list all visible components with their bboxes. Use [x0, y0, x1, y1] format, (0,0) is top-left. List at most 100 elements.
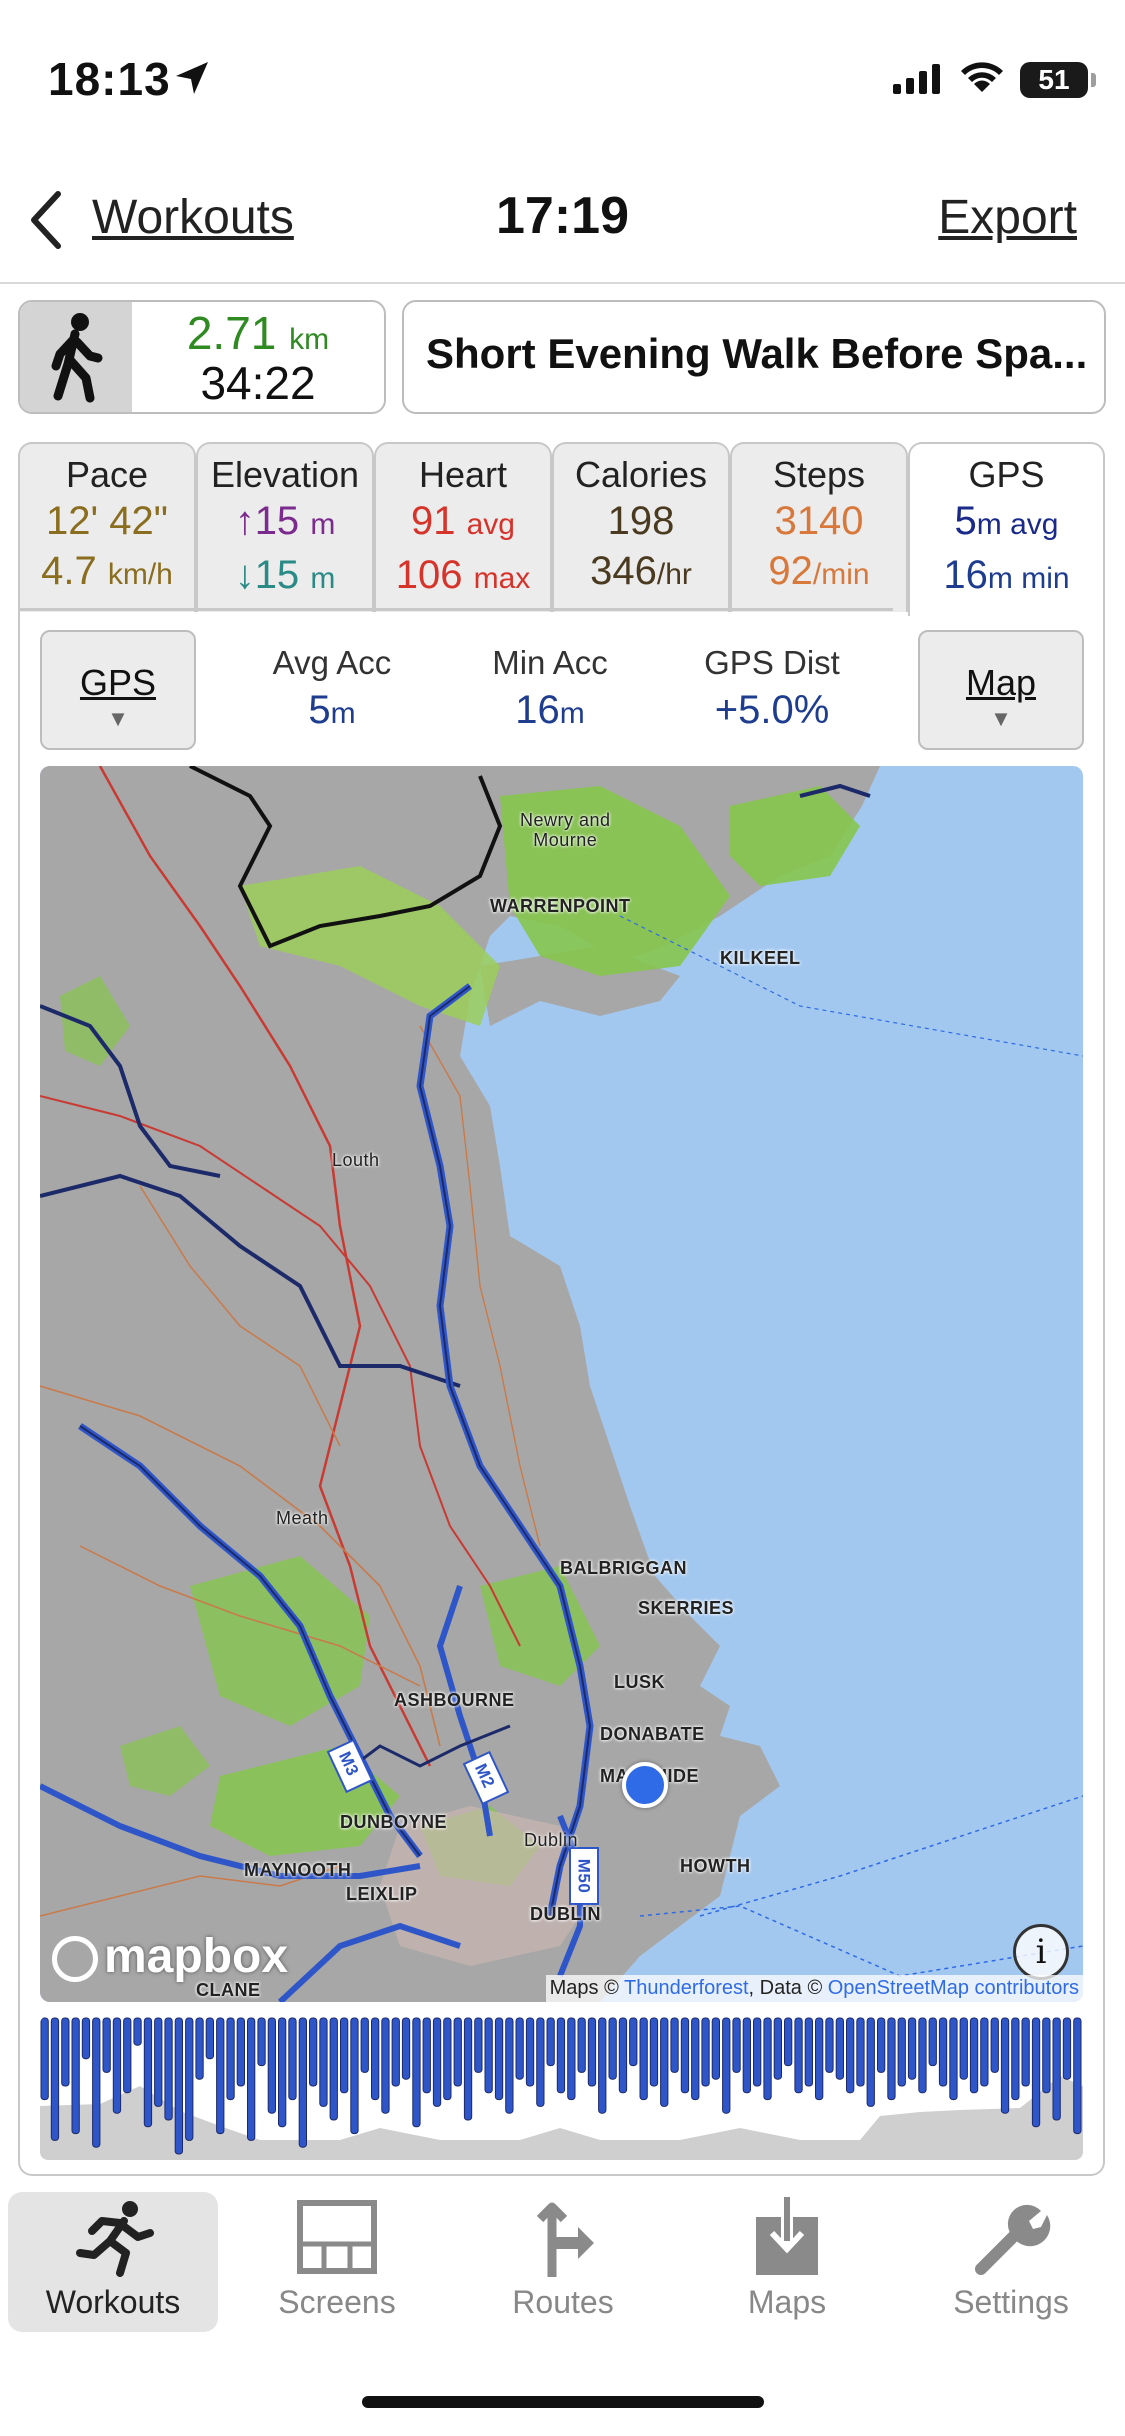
map-download-icon — [756, 2197, 818, 2275]
accuracy-bar — [319, 2017, 328, 2107]
accuracy-bar — [40, 2017, 49, 2101]
speed-number: 4.7 — [41, 549, 97, 593]
workout-summary-card[interactable]: 2.71 km 34:22 — [18, 300, 386, 414]
openstreetmap-link[interactable]: OpenStreetMap contributors — [828, 1977, 1079, 1999]
cellular-signal-icon — [893, 64, 940, 94]
accuracy-bar — [959, 2017, 968, 2080]
tab-gps[interactable]: GPS 5m avg 16m min — [908, 442, 1105, 616]
accuracy-bar — [278, 2017, 287, 2128]
accuracy-bar — [701, 2017, 710, 2087]
accuracy-bar — [371, 2017, 380, 2101]
gps-distance-stat: GPS Dist +5.0% — [672, 644, 872, 733]
elevation-loss-unit: m — [310, 562, 336, 595]
map-label-warrenpoint: WARRENPOINT — [490, 896, 631, 916]
tab-screens[interactable]: Screens — [232, 2192, 442, 2332]
accuracy-bar — [174, 2017, 183, 2155]
steps-rate-unit: /min — [812, 558, 870, 591]
gps-min-unit: m min — [987, 562, 1070, 595]
running-person-icon — [76, 2201, 154, 2277]
calories-rate-number: 346 — [590, 549, 657, 593]
info-icon[interactable]: i — [1013, 1924, 1069, 1980]
workout-name: Short Evening Walk Before Spa... — [426, 330, 1088, 377]
tab-gps-label: GPS — [968, 454, 1045, 495]
tab-calories-label: Calories — [574, 454, 708, 495]
accuracy-bar — [50, 2017, 60, 2141]
tab-pace-label: Pace — [65, 454, 149, 495]
min-accuracy-value: 16m — [450, 688, 650, 733]
tab-pace[interactable]: Pace 12' 42" 4.7 km/h — [18, 442, 196, 612]
tab-settings-label: Settings — [953, 2284, 1069, 2320]
accuracy-bar — [133, 2017, 142, 2046]
map-attribution[interactable]: Maps © Thunderforest, Data © OpenStreetM… — [545, 1975, 1083, 2002]
accuracy-bar — [887, 2017, 896, 2101]
gps-accuracy-chart — [40, 2017, 1083, 2160]
accuracy-bar — [1021, 2017, 1030, 2087]
pace-value: 12' 42" — [46, 499, 168, 543]
accuracy-bar — [247, 2017, 256, 2141]
accuracy-bar — [949, 2017, 958, 2101]
accuracy-bar — [1073, 2017, 1082, 2135]
accuracy-bar — [536, 2017, 545, 2107]
accuracy-bar — [154, 2017, 163, 2107]
gps-min: 16m min — [910, 550, 1103, 604]
view-type-selector[interactable]: Map ▼ — [918, 630, 1084, 750]
chart-type-label: GPS — [79, 662, 157, 703]
gps-accuracy-strip[interactable] — [40, 2016, 1083, 2160]
tab-divider — [18, 608, 893, 611]
export-button[interactable]: Export — [938, 190, 1077, 245]
gps-distance-label: GPS Dist — [704, 644, 840, 681]
workout-name-field[interactable]: Short Evening Walk Before Spa... — [402, 300, 1106, 414]
accuracy-bar — [711, 2017, 721, 2080]
tab-routes[interactable]: Routes — [458, 2192, 668, 2332]
accuracy-bar — [660, 2017, 669, 2107]
accuracy-bar — [350, 2017, 359, 2135]
tab-settings[interactable]: Settings — [906, 2192, 1116, 2332]
tab-steps[interactable]: Steps 3140 92/min — [730, 442, 908, 612]
accuracy-bar — [649, 2017, 659, 2087]
activity-type-box — [20, 302, 132, 412]
accuracy-bar — [164, 2017, 173, 2121]
wifi-icon — [961, 62, 1003, 92]
triangle-down-icon: ▼ — [990, 706, 1012, 731]
battery-cap — [1091, 73, 1096, 87]
avg-accuracy-value: 5m — [232, 688, 432, 733]
chart-type-selector[interactable]: GPS ▼ — [40, 630, 196, 750]
heart-max-unit: max — [473, 562, 531, 595]
thunderforest-link[interactable]: Thunderforest — [624, 1977, 749, 1999]
accuracy-bar — [846, 2017, 855, 2094]
tab-maps[interactable]: Maps — [682, 2192, 892, 2332]
accuracy-bar — [629, 2017, 638, 2067]
route-map[interactable]: Newry and Mourne WARRENPOINT KILKEEL Lou… — [40, 766, 1083, 2002]
calories-total: 198 — [607, 499, 675, 543]
calories-rate-unit: /hr — [656, 558, 692, 591]
walking-icon — [51, 313, 103, 403]
accuracy-bar — [980, 2017, 989, 2087]
accuracy-bar — [866, 2017, 875, 2107]
accuracy-bar — [515, 2017, 524, 2080]
map-label-newry: Newry and Mourne — [520, 810, 611, 850]
accuracy-bar — [722, 2017, 731, 2114]
tab-workouts[interactable]: Workouts — [8, 2192, 218, 2332]
attribution-prefix: Maps © — [549, 1977, 625, 1999]
tab-calories[interactable]: Calories 198 346/hr — [552, 442, 730, 612]
accuracy-bar — [432, 2017, 442, 2107]
steps-rate-number: 92 — [768, 549, 813, 593]
speed-value: 4.7 km/h — [20, 546, 194, 600]
screens-grid-icon — [297, 2200, 377, 2274]
tab-steps-label: Steps — [772, 454, 866, 495]
accuracy-bar — [360, 2017, 369, 2073]
map-label-dunboyne: DUNBOYNE — [340, 1812, 448, 1832]
map-label-ashbourne: ASHBOURNE — [394, 1690, 515, 1710]
tab-heart[interactable]: Heart 91 avg 106 max — [374, 442, 552, 612]
map-label-balbriggan: BALBRIGGAN — [560, 1558, 687, 1578]
accuracy-bar — [742, 2017, 752, 2094]
accuracy-bar — [680, 2017, 690, 2094]
accuracy-bar — [763, 2017, 772, 2101]
accuracy-bar — [381, 2017, 390, 2114]
accuracy-bar — [1011, 2017, 1020, 2101]
accuracy-bar — [391, 2017, 400, 2087]
gps-min-number: 16 — [943, 553, 988, 597]
tab-elevation[interactable]: Elevation ↑15 m ↓15 m — [196, 442, 374, 612]
map-label-kilkeel: KILKEEL — [720, 948, 801, 968]
accuracy-bar — [928, 2017, 937, 2067]
